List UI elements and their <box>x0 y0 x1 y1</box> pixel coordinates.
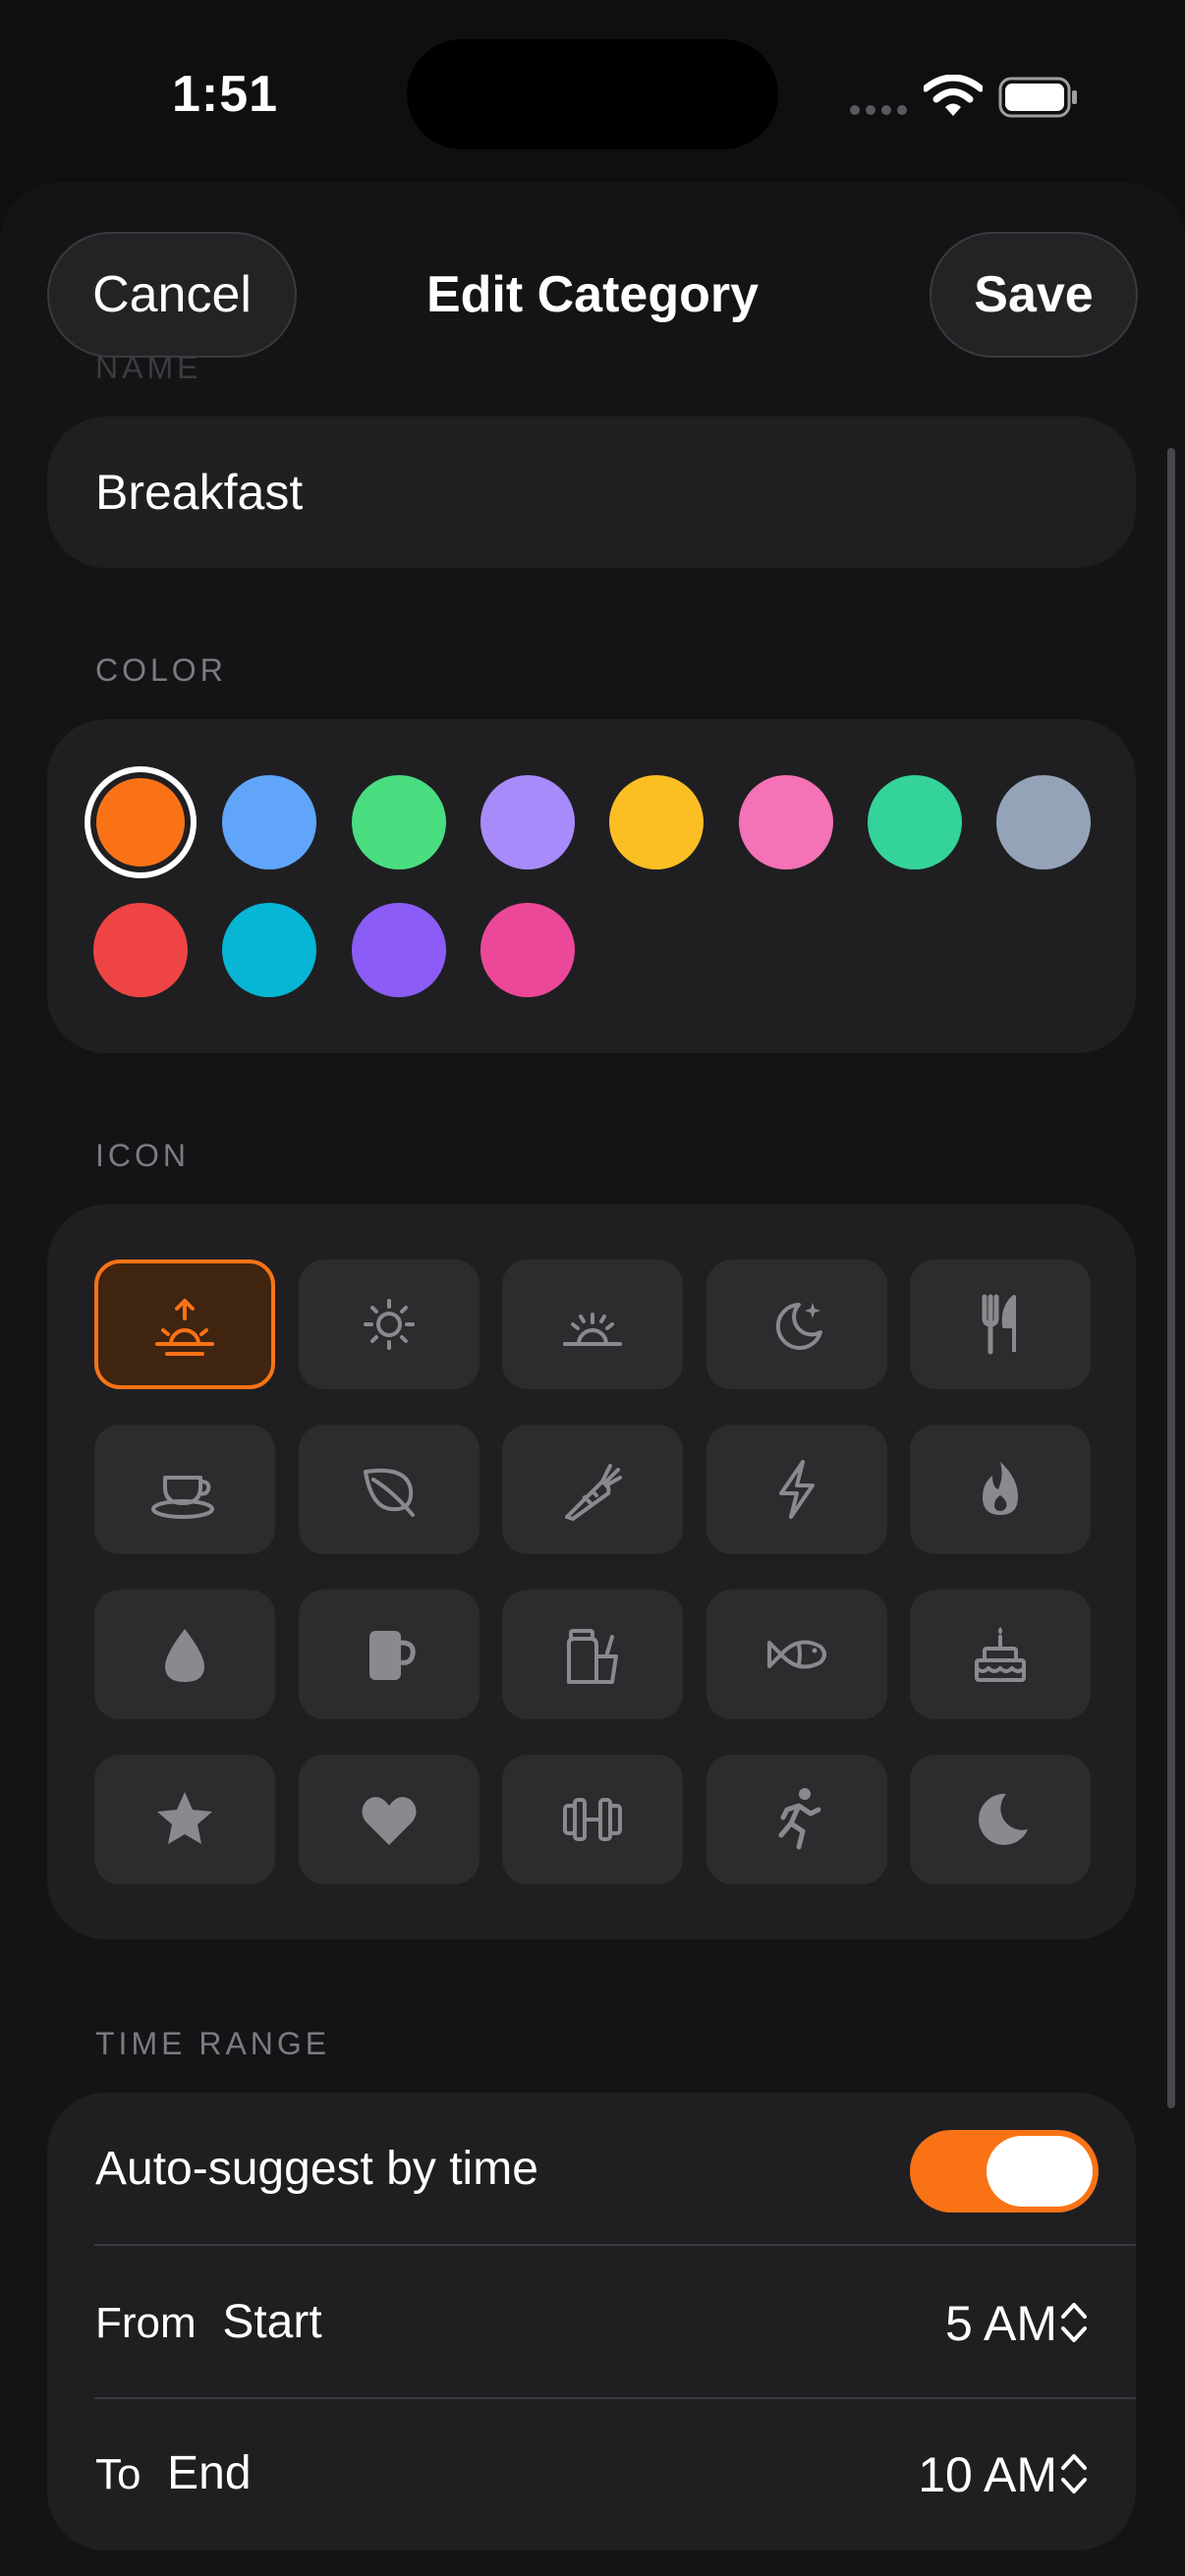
color-swatch[interactable] <box>867 775 962 869</box>
icon-tile-mug[interactable] <box>298 1590 480 1719</box>
icon-tile-leaf[interactable] <box>298 1425 480 1554</box>
time-range-card: Auto-suggest by time From Start 5 AM To … <box>47 2093 1136 2550</box>
color-swatch[interactable] <box>609 775 705 869</box>
to-sublabel: End <box>167 2447 252 2499</box>
icon-tile-sun[interactable] <box>298 1260 480 1389</box>
sunrise-icon <box>155 1299 214 1356</box>
color-swatch[interactable] <box>96 778 185 867</box>
color-swatch[interactable] <box>738 775 833 869</box>
icon-tile-carrot[interactable] <box>502 1425 683 1554</box>
name-section-label: NAME <box>95 350 202 385</box>
fork-knife-icon <box>982 1294 1016 1355</box>
color-swatch[interactable] <box>222 903 317 997</box>
icon-tile-birthday-cake[interactable] <box>910 1590 1091 1719</box>
chevron-up-down-icon[interactable] <box>1059 2299 1089 2346</box>
icon-tile-runner[interactable] <box>705 1755 887 1884</box>
color-swatch[interactable] <box>351 775 446 869</box>
leaf-icon <box>363 1468 415 1517</box>
icon-tile-fork-knife[interactable] <box>910 1260 1091 1389</box>
heart-icon <box>361 1797 417 1845</box>
from-sublabel: Start <box>222 2296 322 2348</box>
moon-stars-icon <box>775 1303 822 1350</box>
dumbbell-icon <box>563 1798 622 1841</box>
color-picker <box>47 719 1136 1053</box>
icon-tile-fish[interactable] <box>705 1590 887 1719</box>
icon-tile-sunset[interactable] <box>502 1260 683 1389</box>
name-field[interactable]: Breakfast <box>47 417 1136 568</box>
color-swatch[interactable] <box>480 903 575 997</box>
icon-tile-dumbbell[interactable] <box>502 1755 683 1884</box>
icon-tile-flame[interactable] <box>910 1425 1091 1554</box>
birthday-cake-icon <box>975 1627 1026 1682</box>
cellular-signal-icon <box>850 105 907 115</box>
wifi-icon <box>924 75 983 116</box>
time-range-section-label: TIME RANGE <box>95 2026 331 2061</box>
color-swatch[interactable] <box>222 775 317 869</box>
mug-icon <box>368 1631 416 1680</box>
sun-icon <box>363 1299 415 1350</box>
icon-tile-star[interactable] <box>94 1755 275 1884</box>
auto-suggest-row: Auto-suggest by time <box>47 2093 1136 2246</box>
icon-tile-moon[interactable] <box>910 1755 1091 1884</box>
icon-tile-bolt[interactable] <box>705 1425 887 1554</box>
bolt-icon <box>778 1460 815 1519</box>
status-bar: 1:51 <box>0 0 1185 177</box>
color-swatch[interactable] <box>996 775 1092 869</box>
drop-icon <box>165 1629 204 1682</box>
name-field-value[interactable]: Breakfast <box>95 464 303 521</box>
from-time-row[interactable]: From Start 5 AM <box>47 2246 1136 2399</box>
icon-tile-drop[interactable] <box>94 1590 275 1719</box>
sunset-icon <box>563 1313 622 1346</box>
to-time-value[interactable]: 10 AM <box>918 2446 1057 2503</box>
icon-tile-heart[interactable] <box>298 1755 480 1884</box>
save-button[interactable]: Save <box>930 232 1138 358</box>
to-label: To <box>95 2450 141 2498</box>
from-label: From <box>95 2299 197 2347</box>
toggle-knob <box>987 2136 1093 2207</box>
from-time-value[interactable]: 5 AM <box>945 2295 1057 2352</box>
to-time-row[interactable]: To End 10 AM <box>47 2399 1136 2552</box>
scrollbar[interactable] <box>1167 448 1175 2108</box>
moon-icon <box>979 1793 1028 1845</box>
color-swatch[interactable] <box>93 903 188 997</box>
color-swatch[interactable] <box>351 903 446 997</box>
status-time: 1:51 <box>172 66 279 123</box>
icon-section-label: ICON <box>95 1138 190 1173</box>
auto-suggest-toggle[interactable] <box>910 2130 1099 2212</box>
runner-icon <box>778 1788 820 1850</box>
carrot-icon <box>565 1464 622 1521</box>
star-icon <box>157 1792 212 1844</box>
icon-tile-sunrise[interactable] <box>94 1260 275 1389</box>
color-section-label: COLOR <box>95 652 227 688</box>
icon-tile-jar-glass[interactable] <box>502 1590 683 1719</box>
icon-tile-cup-saucer[interactable] <box>94 1425 275 1554</box>
dynamic-island <box>407 39 778 149</box>
icon-tile-moon-stars[interactable] <box>705 1260 887 1389</box>
icon-picker <box>47 1204 1136 1939</box>
color-swatch[interactable] <box>480 775 575 869</box>
flame-icon <box>983 1462 1018 1515</box>
from-time-label: From Start <box>95 2295 322 2349</box>
to-time-label: To End <box>95 2446 252 2500</box>
chevron-up-down-icon[interactable] <box>1059 2450 1089 2497</box>
fish-icon <box>766 1640 826 1669</box>
battery-icon <box>998 77 1077 118</box>
cup-saucer-icon <box>151 1476 214 1519</box>
jar-glass-icon <box>567 1629 618 1684</box>
auto-suggest-label: Auto-suggest by time <box>95 2143 538 2195</box>
